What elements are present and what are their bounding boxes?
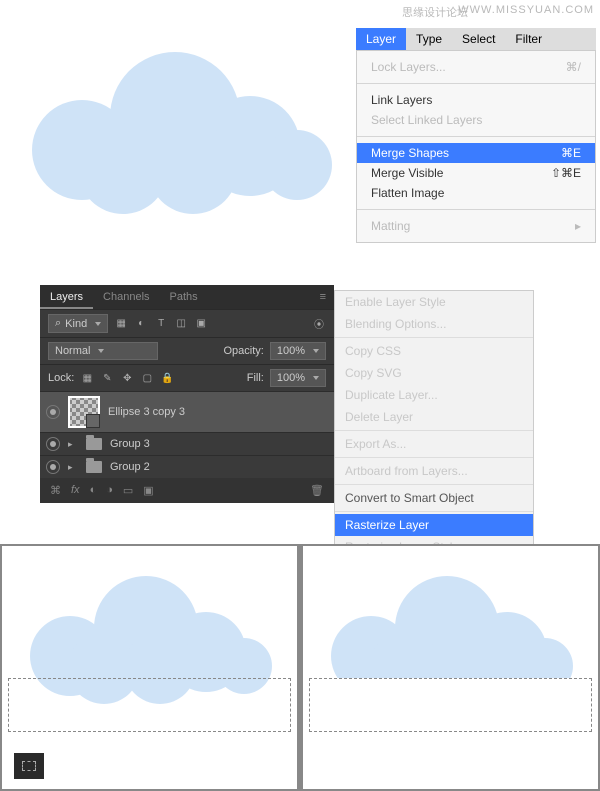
ctx-item[interactable]: Export As... [335,433,533,455]
right-pane [297,546,598,789]
panel-bottom: ⌘ fx ◐ ◑ ▭ ▣ 🗑 [40,478,334,503]
lock-move-icon[interactable]: ✥ [120,371,134,385]
menu-layer[interactable]: Layer [356,28,406,50]
menu-type[interactable]: Type [406,28,452,50]
left-pane [2,546,297,789]
tab-layers[interactable]: Layers [40,285,93,309]
filter-smart-icon[interactable]: ▣ [194,317,208,331]
layers-panel: Layers Channels Paths ≡ ⌕Kind ▦ ◐ T ◫ ▣ … [40,285,334,503]
layer-list: Ellipse 3 copy 3 ▸Group 3▸Group 2 [40,391,334,478]
filter-row: ⌕Kind ▦ ◐ T ◫ ▣ ⦿ [40,309,334,337]
bottom-comparison [0,544,600,791]
ctx-item[interactable]: Delete Layer [335,406,533,428]
filter-type-icon[interactable]: T [154,317,168,331]
ctx-item[interactable]: Artboard from Layers... [335,460,533,482]
tab-paths[interactable]: Paths [160,285,208,309]
layer-dropdown: Lock Layers...⌘/ Link LayersSelect Linked… [356,50,596,243]
panel-tabs: Layers Channels Paths ≡ [40,285,334,309]
menu-select[interactable]: Select [452,28,505,50]
layer-row[interactable]: ▸Group 3 [40,432,334,455]
lock-row: Lock: ▦ ✎ ✥ ▢ 🔒 Fill: 100% [40,364,334,391]
marquee-selection [8,678,291,732]
marquee-tool-icon[interactable] [14,753,44,779]
layer-row[interactable]: Ellipse 3 copy 3 [40,391,334,432]
layer-name: Ellipse 3 copy 3 [108,406,185,418]
ctx-item[interactable]: Duplicate Layer... [335,384,533,406]
menu-filter[interactable]: Filter [505,28,552,50]
visibility-icon[interactable] [46,437,60,451]
lock-label: Lock: [48,372,74,384]
visibility-icon[interactable] [46,460,60,474]
menubar: Layer Type Select Filter [356,28,596,50]
filter-shape-icon[interactable]: ◫ [174,317,188,331]
ctx-item[interactable]: Convert to Smart Object [335,487,533,509]
layer-name: Group 3 [110,438,150,450]
filter-image-icon[interactable]: ▦ [114,317,128,331]
fill-select[interactable]: 100% [270,369,326,387]
ctx-item[interactable]: Enable Layer Style [335,291,533,313]
folder-icon [86,438,102,450]
folder-icon [86,461,102,473]
menu-item[interactable]: Lock Layers...⌘/ [357,57,595,77]
mask-icon[interactable]: ◐ [90,484,97,497]
lock-artboard-icon[interactable]: ▢ [140,371,154,385]
menu-item[interactable]: Link Layers [357,90,595,110]
ctx-item[interactable]: Copy SVG [335,362,533,384]
menu-item[interactable]: Merge Shapes⌘E [357,143,595,163]
filter-toggle-icon[interactable]: ⦿ [312,317,326,331]
blend-row: Normal Opacity: 100% [40,337,334,364]
trash-icon[interactable]: 🗑 [310,484,324,497]
watermark-en: WWW.MISSYUAN.COM [458,4,594,16]
opacity-select[interactable]: 100% [270,342,326,360]
fill-label: Fill: [247,372,264,384]
menu-item[interactable]: Matting▸ [357,216,595,236]
layer-row[interactable]: ▸Group 2 [40,455,334,478]
ctx-item[interactable]: Rasterize Layer [335,514,533,536]
fx-icon[interactable]: fx [71,484,80,497]
marquee-selection [309,678,592,732]
group-icon[interactable]: ▭ [123,484,133,497]
link-icon[interactable]: ⌘ [50,484,61,497]
menu-item[interactable]: Flatten Image [357,183,595,203]
blend-select[interactable]: Normal [48,342,158,360]
ctx-item[interactable]: Copy CSS [335,340,533,362]
lock-brush-icon[interactable]: ✎ [100,371,114,385]
layer-name: Group 2 [110,461,150,473]
ctx-item[interactable]: Blending Options... [335,313,533,335]
lock-all-icon[interactable]: 🔒 [160,371,174,385]
new-icon[interactable]: ▣ [143,484,153,497]
cloud-illustration [20,52,320,212]
kind-select[interactable]: ⌕Kind [48,314,108,333]
panel-menu-icon[interactable]: ≡ [312,285,334,309]
filter-adjust-icon[interactable]: ◐ [134,317,148,331]
menu-item[interactable]: Select Linked Layers [357,110,595,130]
visibility-icon[interactable] [46,405,60,419]
lock-trans-icon[interactable]: ▦ [80,371,94,385]
layer-thumb [68,396,100,428]
tab-channels[interactable]: Channels [93,285,159,309]
opacity-label: Opacity: [224,345,264,357]
adjust-icon[interactable]: ◑ [106,484,113,497]
menu-item[interactable]: Merge Visible⇧⌘E [357,163,595,183]
